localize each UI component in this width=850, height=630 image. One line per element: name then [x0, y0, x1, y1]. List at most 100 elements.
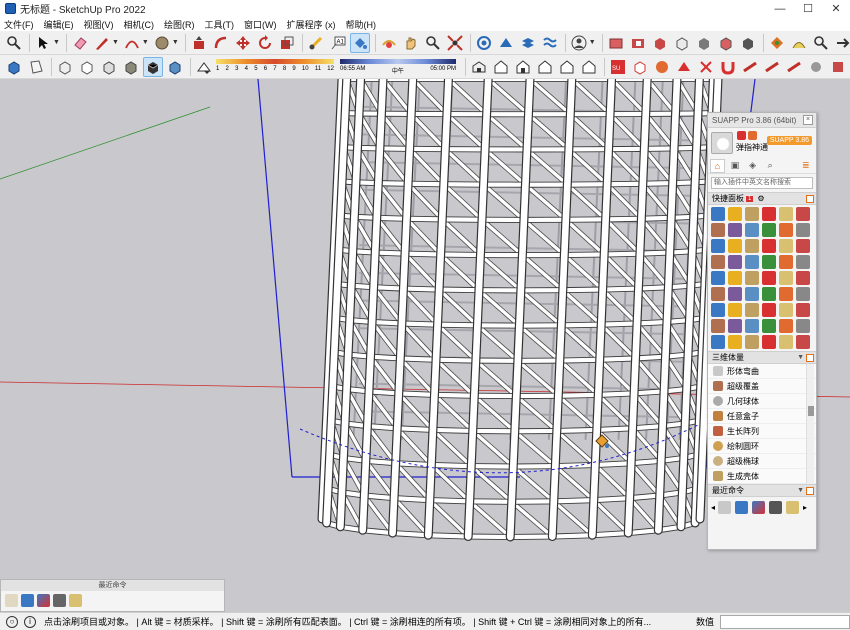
- suapp-tool-f-icon[interactable]: [762, 57, 782, 77]
- quick-tool-icon[interactable]: [711, 319, 725, 333]
- quick-tool-icon[interactable]: [745, 319, 759, 333]
- info-icon[interactable]: i: [24, 615, 36, 628]
- chevron-down-icon[interactable]: ▼: [589, 39, 596, 46]
- plugin-item[interactable]: 超级覆盖: [708, 379, 816, 394]
- quick-tool-icon[interactable]: [711, 223, 725, 237]
- quick-tool-icon[interactable]: [779, 335, 793, 349]
- quick-tool-icon[interactable]: [779, 239, 793, 253]
- minimize-button[interactable]: —: [766, 0, 794, 17]
- suapp-logo-icon[interactable]: SU: [608, 57, 628, 77]
- quick-tool-icon[interactable]: [711, 255, 725, 269]
- zoom-icon[interactable]: [423, 33, 443, 53]
- recent-tool-icon[interactable]: [21, 594, 34, 607]
- quick-tool-icon[interactable]: [728, 207, 742, 221]
- quick-tool-icon[interactable]: [762, 255, 776, 269]
- quick-tool-icon[interactable]: [779, 319, 793, 333]
- chevron-right-icon[interactable]: ▸: [803, 503, 807, 512]
- chevron-down-icon[interactable]: ▼: [112, 39, 119, 46]
- shadow-month-slider[interactable]: 1 2 3 4 5 6 7 8 9 10 11 12: [216, 57, 336, 77]
- eraser-icon[interactable]: [70, 33, 90, 53]
- suapp-tool-a-icon[interactable]: [630, 57, 650, 77]
- suapp-tool-e-icon[interactable]: [740, 57, 760, 77]
- suapp-swirl-icon[interactable]: [474, 33, 494, 53]
- recent-tool-icon[interactable]: [718, 500, 732, 514]
- make-component-icon[interactable]: [4, 57, 24, 77]
- style-wireframe-icon[interactable]: [99, 57, 119, 77]
- section-3d-header[interactable]: 三维体量 ▼: [708, 351, 816, 364]
- rotate-icon[interactable]: [255, 33, 275, 53]
- panel-close-icon[interactable]: ×: [803, 115, 813, 125]
- plugin-item[interactable]: 生长阵列: [708, 424, 816, 439]
- shadow-toggle-icon[interactable]: [194, 57, 214, 77]
- menu-edit[interactable]: 编辑(E): [44, 18, 74, 31]
- recent-tool-icon[interactable]: [5, 594, 18, 607]
- quick-tool-icon[interactable]: [711, 335, 725, 349]
- suapp-tool-g-icon[interactable]: [784, 57, 804, 77]
- solid-trim-icon[interactable]: [694, 33, 714, 53]
- quick-tool-icon[interactable]: [762, 223, 776, 237]
- orbit-icon[interactable]: [379, 33, 399, 53]
- recent-tool-icon[interactable]: [769, 500, 783, 514]
- solid-subtract-icon[interactable]: [628, 33, 648, 53]
- style-xray-icon[interactable]: [55, 57, 75, 77]
- quick-tool-icon[interactable]: [711, 287, 725, 301]
- quick-tool-icon[interactable]: [745, 255, 759, 269]
- quick-tool-icon[interactable]: [711, 207, 725, 221]
- zoom-magnifier-icon[interactable]: [4, 33, 24, 53]
- scale-icon[interactable]: [277, 33, 297, 53]
- suapp-tool-icon[interactable]: [496, 33, 516, 53]
- panel-expand-icon[interactable]: [806, 195, 814, 203]
- view-right-icon[interactable]: [535, 57, 555, 77]
- circle-shape-icon[interactable]: [152, 33, 172, 53]
- close-button[interactable]: ✕: [822, 0, 850, 17]
- quick-tool-icon[interactable]: [796, 303, 810, 317]
- box-tab-icon[interactable]: ▣: [728, 159, 743, 173]
- move-icon[interactable]: [233, 33, 253, 53]
- solid-union-icon[interactable]: [606, 33, 626, 53]
- quick-tool-icon[interactable]: [745, 335, 759, 349]
- follow-me-icon[interactable]: [211, 33, 231, 53]
- plugin-item[interactable]: 生成壳体: [708, 469, 816, 484]
- quick-tool-icon[interactable]: [728, 223, 742, 237]
- gear-icon[interactable]: ⚙: [757, 194, 764, 203]
- recent-tool-icon[interactable]: [53, 594, 66, 607]
- shadow-time-slider[interactable]: 06:55 AM 中午 05:00 PM: [340, 57, 458, 77]
- recent-tool-icon[interactable]: [786, 500, 800, 514]
- recent-commands-header[interactable]: 最近命令 ▼: [708, 484, 816, 497]
- search-tab-icon[interactable]: ⌕: [763, 159, 778, 173]
- push-pull-icon[interactable]: [189, 33, 209, 53]
- menu-tools[interactable]: 工具(T): [205, 18, 235, 31]
- quick-tool-icon[interactable]: [796, 223, 810, 237]
- menu-file[interactable]: 文件(F): [4, 18, 34, 31]
- select-arrow-icon[interactable]: [33, 33, 53, 53]
- style-shaded-icon[interactable]: [143, 56, 163, 77]
- quick-tool-icon[interactable]: [779, 207, 793, 221]
- section-plane-icon[interactable]: [767, 33, 787, 53]
- quick-tool-icon[interactable]: [796, 271, 810, 285]
- pencil-line-icon[interactable]: [92, 33, 112, 53]
- menu-draw[interactable]: 绘图(R): [164, 18, 195, 31]
- quick-tool-icon[interactable]: [745, 239, 759, 253]
- style-back-edges-icon[interactable]: [77, 57, 97, 77]
- recent-tool-icon[interactable]: [37, 594, 50, 607]
- quick-tool-icon[interactable]: [796, 335, 810, 349]
- view-left-icon[interactable]: [579, 57, 599, 77]
- style-shaded-textures-icon[interactable]: [165, 57, 185, 77]
- chevron-down-icon[interactable]: ▼: [142, 39, 149, 46]
- suapp-layers-icon[interactable]: [518, 33, 538, 53]
- solid-intersect-icon[interactable]: [672, 33, 692, 53]
- quick-tool-icon[interactable]: [796, 255, 810, 269]
- view-top-icon[interactable]: [491, 57, 511, 77]
- quick-tool-icon[interactable]: [779, 223, 793, 237]
- suapp-magnet-icon[interactable]: [718, 57, 738, 77]
- quick-tool-icon[interactable]: [779, 271, 793, 285]
- quick-tool-icon[interactable]: [762, 335, 776, 349]
- quick-tool-icon[interactable]: [779, 303, 793, 317]
- cube-tab-icon[interactable]: ◈: [745, 159, 760, 173]
- user-avatar[interactable]: [711, 132, 733, 154]
- quick-tool-icon[interactable]: [728, 255, 742, 269]
- chevron-down-icon[interactable]: ▼: [797, 354, 804, 361]
- solid-shell-icon[interactable]: [650, 33, 670, 53]
- quick-tool-icon[interactable]: [711, 303, 725, 317]
- quick-tool-icon[interactable]: [762, 287, 776, 301]
